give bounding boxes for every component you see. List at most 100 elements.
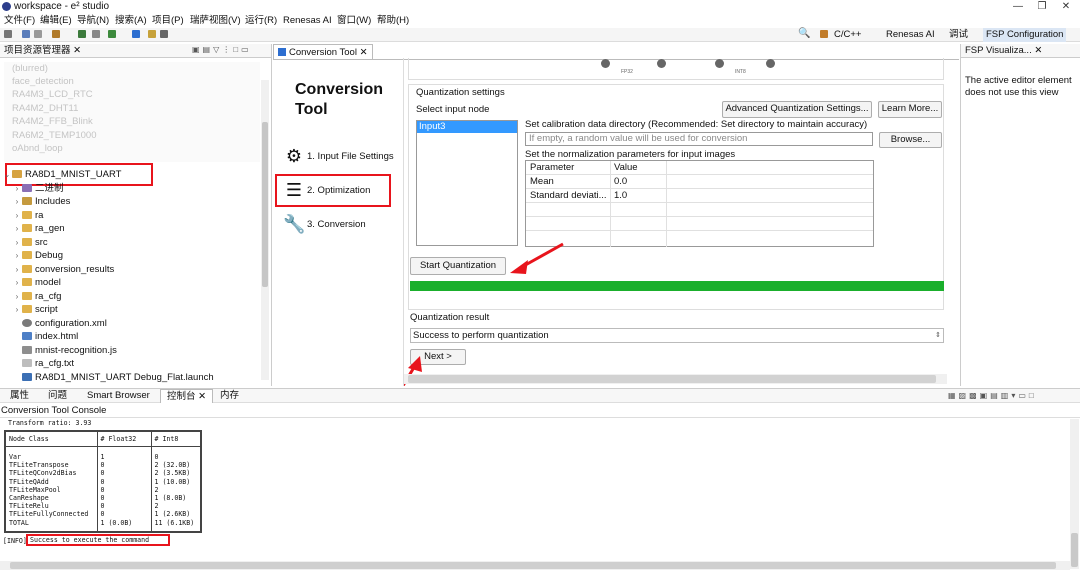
hammer-icon[interactable] — [52, 30, 60, 38]
tab-conversion-tool[interactable]: Conversion Tool ✕ — [273, 44, 373, 60]
tree-item-index-html[interactable]: index.html — [22, 330, 78, 344]
advanced-quantization-settings-button[interactable]: Advanced Quantization Settings... — [722, 101, 872, 118]
search-icon[interactable]: 🔍 — [798, 28, 810, 39]
horizontal-scrollbar-thumb[interactable] — [408, 375, 936, 383]
table-cell-value[interactable]: 0.0 — [614, 176, 627, 187]
view-toolbar-icons[interactable]: ▣▤▽⋮□▭ — [192, 45, 252, 54]
menu-search[interactable]: 搜索(A) — [115, 14, 147, 27]
menu-navigate[interactable]: 导航(N) — [77, 14, 109, 27]
chevron-right-icon[interactable]: › — [12, 222, 22, 236]
tree-item-blurred[interactable]: RA6M2_TEMP1000 — [12, 129, 96, 143]
tab-problems[interactable]: 问题 — [42, 389, 73, 403]
tool-icon[interactable] — [78, 30, 86, 38]
menu-edit[interactable]: 编辑(E) — [40, 14, 72, 27]
tree-item-blurred[interactable]: (blurred) — [12, 62, 48, 76]
run-icon[interactable] — [132, 30, 140, 38]
input-node-list[interactable]: Input3 — [416, 120, 518, 246]
settings-icon[interactable] — [92, 30, 100, 38]
chevron-right-icon[interactable]: › — [12, 236, 22, 250]
tree-item-ra-gen[interactable]: › ra_gen — [12, 222, 65, 236]
chevron-right-icon[interactable]: › — [12, 209, 22, 223]
tree-item-label: 二进制 — [35, 183, 64, 194]
tree-item-model[interactable]: › model — [12, 276, 61, 290]
tree-item-ra-cfg-txt[interactable]: ra_cfg.txt — [22, 357, 74, 371]
step-optimization[interactable]: ☰ 2. Optimization — [283, 180, 370, 200]
tree-item-binaries[interactable]: › 二进制 — [12, 182, 64, 196]
table-row: Var 1 0 — [4, 453, 201, 462]
browse-button[interactable]: Browse... — [879, 132, 942, 148]
horizontal-scrollbar[interactable] — [404, 374, 947, 384]
int8-cell: 1 (10.0B) — [150, 477, 201, 486]
tree-item-blurred[interactable]: face_detection — [12, 75, 74, 89]
tree-item-debug[interactable]: › Debug — [12, 249, 63, 263]
tree-item-src[interactable]: › src — [12, 236, 48, 250]
chevron-right-icon[interactable]: › — [12, 303, 22, 317]
minimize-icon[interactable]: — — [1006, 0, 1030, 14]
chevron-down-icon[interactable]: ⌄ — [2, 168, 12, 182]
menu-project[interactable]: 项目(P) — [152, 14, 184, 27]
tree-item-script[interactable]: › script — [12, 303, 58, 317]
project-scrollbar-thumb[interactable] — [262, 122, 268, 287]
tree-item-blurred[interactable]: RA4M3_LCD_RTC — [12, 88, 93, 102]
step-conversion[interactable]: 🔧 3. Conversion — [283, 214, 366, 234]
perspective-cpp[interactable]: C/C++ — [831, 28, 864, 42]
tree-item-blurred[interactable]: RA4M2_DHT11 — [12, 102, 78, 116]
tab-smart-browser[interactable]: Smart Browser — [81, 389, 156, 403]
node-class-cell: Var — [4, 453, 97, 462]
calibration-dir-input[interactable]: If empty, a random value will be used fo… — [525, 132, 873, 146]
tree-item-includes[interactable]: › Includes — [12, 195, 71, 209]
open-type-icon[interactable] — [160, 30, 168, 38]
step-input-file-settings[interactable]: ⚙ 1. Input File Settings — [283, 146, 394, 166]
tree-item-ra[interactable]: › ra — [12, 209, 44, 223]
build-icon[interactable] — [34, 30, 42, 38]
normalization-table[interactable]: Parameter Value Mean 0.0 Standard deviat… — [525, 160, 874, 247]
quantization-result-field[interactable]: Success to perform quantization ⇕ — [410, 328, 944, 343]
input-node-item[interactable]: Input3 — [417, 121, 517, 133]
menu-renesas-views[interactable]: 瑞萨视图(V) — [190, 14, 241, 27]
tree-item-ra-cfg[interactable]: › ra_cfg — [12, 290, 62, 304]
tree-item-mnist-js[interactable]: mnist-recognition.js — [22, 344, 117, 358]
restore-icon[interactable]: ❐ — [1030, 0, 1054, 14]
tree-item-project-root[interactable]: ⌄ RA8D1_MNIST_UART — [2, 168, 122, 182]
perspective-renesas-ai[interactable]: Renesas AI — [883, 28, 938, 42]
tree-item-launch[interactable]: RA8D1_MNIST_UART Debug_Flat.launch — [22, 371, 214, 385]
tab-console[interactable]: 控制台 ✕ — [160, 389, 214, 403]
tree-item-blurred[interactable]: RA4M2_FFB_Blink — [12, 115, 93, 129]
float32-cell: 0 — [96, 461, 151, 470]
perspective-debug[interactable]: 调试 — [946, 28, 971, 42]
menu-window[interactable]: 窗口(W) — [337, 14, 371, 27]
chevron-right-icon[interactable]: › — [12, 276, 22, 290]
console-toolbar-icons[interactable]: ▦▨▩▣▤▥▾▭□ — [948, 391, 1037, 400]
save-icon[interactable] — [22, 30, 30, 38]
debug-icon[interactable] — [108, 30, 116, 38]
menu-run[interactable]: 运行(R) — [245, 14, 277, 27]
tree-item-conversion-results[interactable]: › conversion_results — [12, 263, 115, 277]
console-horizontal-scrollbar[interactable] — [0, 561, 1070, 570]
menu-renesas-ai[interactable]: Renesas AI — [283, 14, 332, 27]
result-spinner-icon[interactable]: ⇕ — [935, 329, 941, 342]
chevron-right-icon[interactable]: › — [12, 263, 22, 277]
menu-help[interactable]: 帮助(H) — [377, 14, 409, 27]
fsp-visualization-tab[interactable]: FSP Visualiza... ✕ — [961, 44, 1080, 58]
new-icon[interactable] — [4, 30, 12, 38]
tree-item-blurred[interactable]: oAbnd_loop — [12, 142, 63, 156]
chevron-right-icon[interactable]: › — [12, 195, 22, 209]
open-perspective-icon[interactable] — [820, 30, 828, 38]
console-vertical-scrollbar[interactable] — [1070, 419, 1079, 569]
menu-file[interactable]: 文件(F) — [4, 14, 35, 27]
console-vscroll-thumb[interactable] — [1071, 533, 1078, 567]
chevron-right-icon[interactable]: › — [12, 182, 22, 196]
tab-properties[interactable]: 属性 — [4, 389, 35, 403]
external-tools-icon[interactable] — [148, 30, 156, 38]
project-scrollbar[interactable] — [261, 80, 269, 380]
console-hscroll-thumb[interactable] — [10, 562, 1056, 569]
tab-memory[interactable]: 内存 — [214, 389, 245, 403]
chevron-right-icon[interactable]: › — [12, 290, 22, 304]
chevron-right-icon[interactable]: › — [12, 249, 22, 263]
learn-more-button[interactable]: Learn More... — [878, 101, 942, 118]
start-quantization-button[interactable]: Start Quantization — [410, 257, 506, 275]
table-cell-value[interactable]: 1.0 — [614, 190, 627, 201]
close-icon[interactable]: ✕ — [1054, 0, 1078, 14]
perspective-fsp-configuration[interactable]: FSP Configuration — [983, 28, 1067, 42]
tree-item-configuration-xml[interactable]: configuration.xml — [22, 317, 107, 331]
